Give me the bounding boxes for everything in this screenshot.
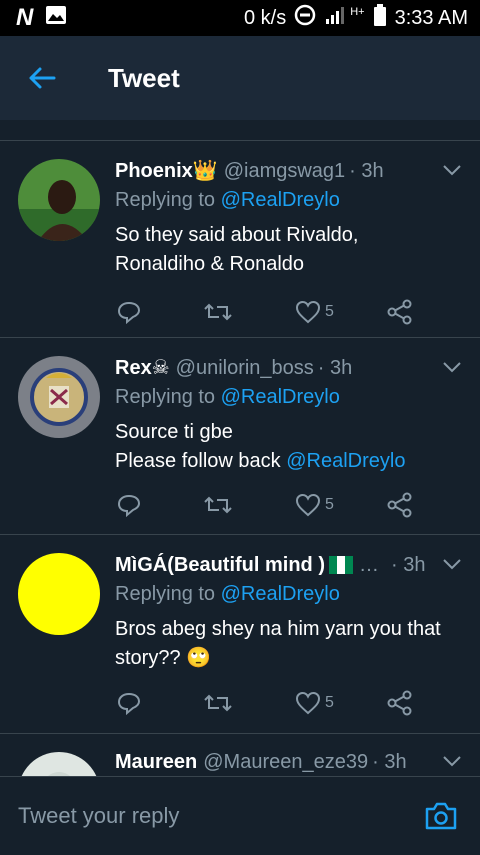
reply-icon [117, 692, 141, 715]
tweet-item[interactable]: Rex ☠ @unilorin_boss · 3h Replying to @R… [0, 338, 480, 535]
status-bar: N 0 k/s H+ 3:33 AM [0, 0, 480, 36]
chevron-down-icon [443, 559, 461, 570]
reply-button[interactable] [117, 493, 141, 517]
nigeria-flag-icon [328, 556, 353, 574]
tweet-text: So they said about Rivaldo, [115, 224, 359, 246]
avatar[interactable] [18, 553, 100, 635]
replying-label: Replying to [115, 583, 216, 605]
chevron-down-icon [443, 362, 461, 373]
n-app-icon: N [16, 4, 34, 31]
tweet-menu-button[interactable] [442, 163, 462, 181]
page-title: Tweet [108, 62, 180, 93]
like-count: 5 [325, 496, 334, 513]
tweet-item[interactable]: Maureen @Maureen_eze39 · 3h [0, 734, 480, 776]
like-button[interactable]: 5 [295, 691, 334, 715]
like-count: 5 [325, 694, 334, 711]
tweet-menu-button[interactable] [442, 557, 462, 575]
share-icon [387, 299, 412, 325]
reply-input[interactable]: Tweet your reply [18, 803, 179, 829]
back-arrow-icon [29, 67, 56, 89]
replying-mention[interactable]: @RealDreylo [221, 386, 340, 408]
battery-icon [373, 4, 387, 32]
tweet-text: Bros abeg shey na him yarn you that [115, 618, 441, 640]
clock: 3:33 AM [394, 6, 468, 29]
camera-button[interactable] [424, 801, 458, 836]
share-button[interactable] [387, 690, 413, 716]
author-name[interactable]: Maureen [115, 748, 197, 776]
reply-composer: Tweet your reply [0, 776, 480, 855]
crown-emoji: 👑 [192, 160, 218, 182]
retweet-button[interactable] [203, 692, 233, 714]
reply-list[interactable]: Phoenix 👑 @iamgswag1 · 3h Replying to @R… [0, 120, 480, 776]
tweet-time: · 3h [349, 160, 384, 182]
eye-roll-emoji: 🙄 [186, 647, 212, 669]
camera-icon [425, 802, 457, 830]
tweet-menu-button[interactable] [442, 360, 462, 378]
replying-mention[interactable]: @RealDreylo [221, 583, 340, 605]
author-handle[interactable]: @unilorin_boss [176, 354, 314, 382]
author-name[interactable]: Rex [115, 354, 152, 382]
author-name[interactable]: MìGÁ(Beautiful mind ) [115, 551, 325, 579]
share-button[interactable] [387, 492, 413, 518]
tweet-text: Please follow back [115, 450, 281, 472]
tweet-text: story?? [115, 647, 181, 669]
app-bar: Tweet [0, 36, 480, 120]
avatar[interactable] [18, 356, 100, 438]
tweet-item[interactable]: Phoenix 👑 @iamgswag1 · 3h Replying to @R… [0, 141, 480, 338]
like-button[interactable]: 5 [295, 493, 334, 517]
back-button[interactable] [0, 66, 84, 90]
heart-icon [295, 493, 321, 517]
replying-label: Replying to [115, 386, 216, 408]
reply-icon [117, 301, 141, 324]
reply-icon [117, 494, 141, 517]
tweet-item[interactable]: MìGÁ(Beautiful mind ) … · 3h Replying to… [0, 535, 480, 734]
skull-emoji: ☠ [151, 357, 170, 379]
like-count: 5 [325, 303, 334, 320]
gallery-icon [45, 5, 67, 31]
network-type: H+ [350, 6, 365, 18]
avatar[interactable] [18, 159, 100, 241]
retweet-icon [204, 694, 232, 712]
share-button[interactable] [387, 299, 413, 325]
retweet-icon [204, 496, 232, 514]
avatar[interactable] [18, 752, 100, 776]
author-name[interactable]: Phoenix [115, 157, 193, 185]
tweet-text: Ronaldiho & Ronaldo [115, 253, 305, 275]
name-ellipsis: … [358, 554, 379, 576]
replying-label: Replying to [115, 189, 216, 211]
author-handle[interactable]: @Maureen_eze39 [203, 748, 368, 776]
tweet-text: Source ti gbe [115, 421, 233, 443]
reply-button[interactable] [117, 691, 141, 715]
heart-icon [295, 691, 321, 715]
network-speed: 0 k/s [243, 6, 287, 29]
chevron-down-icon [443, 756, 461, 767]
tweet-time: · 3h [317, 357, 353, 379]
tweet-time: · 3h [390, 554, 426, 576]
share-icon [387, 492, 412, 518]
chevron-down-icon [443, 165, 461, 176]
tweet-time: · 3h [372, 751, 407, 773]
previous-tweet-edge [0, 120, 480, 141]
heart-icon [295, 300, 321, 324]
retweet-button[interactable] [203, 494, 233, 516]
tweet-menu-button[interactable] [442, 754, 462, 772]
retweet-icon [204, 303, 232, 321]
reply-button[interactable] [117, 300, 141, 324]
tweet-mention[interactable]: @RealDreylo [286, 450, 405, 472]
retweet-button[interactable] [203, 301, 233, 323]
replying-mention[interactable]: @RealDreylo [221, 189, 340, 211]
share-icon [387, 690, 412, 716]
data-saver-icon [294, 4, 316, 32]
like-button[interactable]: 5 [295, 300, 334, 324]
author-handle[interactable]: @iamgswag1 [224, 157, 345, 185]
signal-icon [324, 5, 350, 31]
